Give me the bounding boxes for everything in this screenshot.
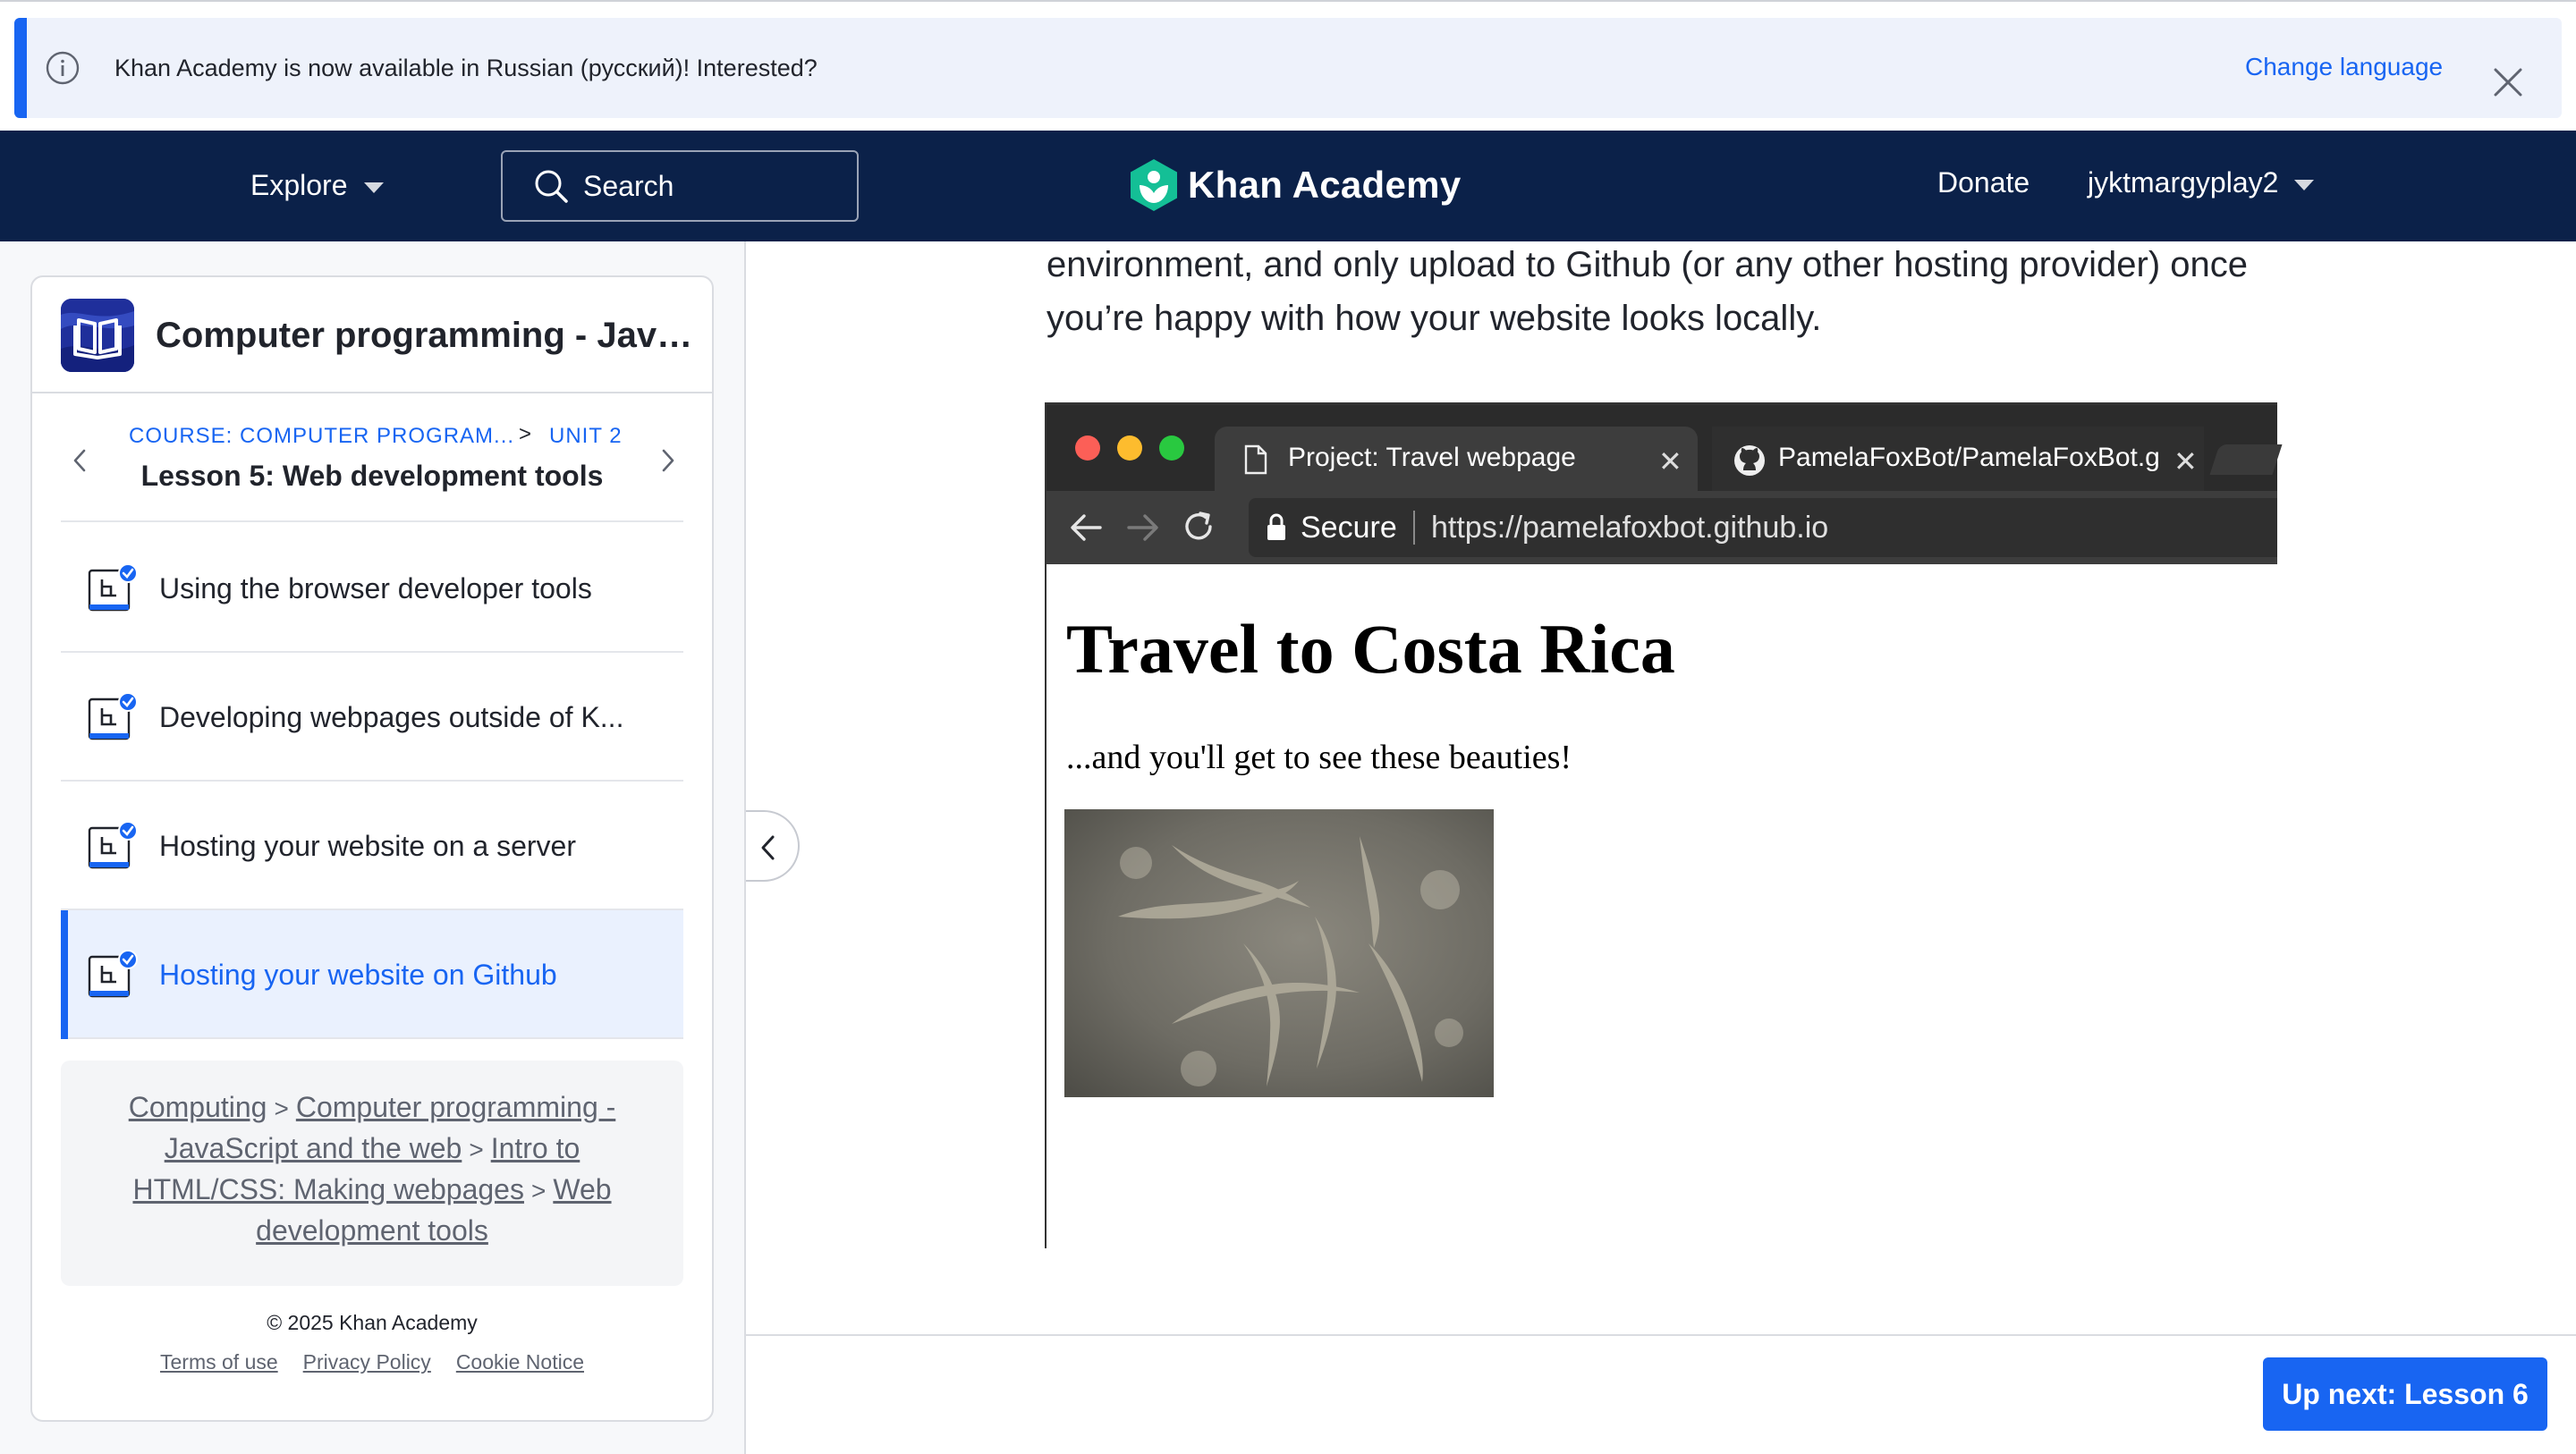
lesson-item-label: Hosting your website on a server: [159, 830, 576, 862]
new-tab-button: [2209, 444, 2283, 475]
breadcrumb-unit-link[interactable]: UNIT 2: [549, 424, 623, 449]
chevron-down-icon: [2294, 179, 2315, 190]
article-paragraph: environment, and only upload to Github (…: [1046, 245, 2249, 338]
up-next-button[interactable]: Up next: Lesson 6: [2263, 1357, 2547, 1431]
banner-body: Khan Academy is now available in Russian…: [14, 18, 2562, 118]
search-placeholder: Search: [583, 169, 674, 202]
search-icon: [535, 170, 568, 203]
breadcrumb-link-computing[interactable]: Computing: [129, 1091, 267, 1123]
browser-address-bar: Secure https://pamelafoxbot.github.io: [1046, 491, 2277, 564]
donate-link[interactable]: Donate: [1937, 166, 2029, 199]
close-icon[interactable]: [2492, 66, 2524, 98]
chevron-right-icon[interactable]: [657, 445, 680, 476]
back-arrow-icon: [1071, 514, 1102, 541]
browser-tab-active: Project: Travel webpage ✕: [1215, 427, 1698, 491]
maximize-window-dot: [1159, 435, 1184, 461]
minimize-window-dot: [1117, 435, 1142, 461]
course-sidebar: Computer programming - JavaScr... COURSE…: [30, 275, 714, 1422]
breadcrumb-separator: >: [274, 1095, 289, 1122]
lesson-item-label: Developing webpages outside of K...: [159, 701, 624, 733]
article-check-icon: [88, 821, 138, 869]
crocodile-photo: [1064, 809, 1494, 1097]
banner-accent-bar: [14, 18, 27, 118]
chevron-down-icon: [363, 182, 384, 193]
search-input[interactable]: Search: [501, 150, 859, 222]
course-title: Computer programming - JavaScr...: [156, 316, 701, 355]
breadcrumb-separator: >: [530, 1177, 547, 1205]
embedded-page-paragraph: ...and you'll get to see these beauties!: [1066, 739, 1572, 776]
reload-icon: [1185, 511, 1212, 540]
collapse-chevron-icon: [761, 835, 775, 860]
browser-tab-inactive: PamelaFoxBot/PamelaFoxBot.g ✕: [1712, 427, 2204, 491]
bottom-action-bar: Up next: Lesson 6: [746, 1334, 2576, 1454]
privacy-policy-link[interactable]: Privacy Policy: [303, 1350, 431, 1374]
secure-label: Secure: [1301, 511, 1397, 545]
document-icon: [1244, 444, 1267, 475]
breadcrumb-separator: >: [519, 422, 532, 446]
top-navigation-bar: Explore Search Khan Academy Donate jyktm…: [0, 131, 2576, 241]
breadcrumb-separator: >: [469, 1136, 484, 1163]
lesson-item-hosting-github[interactable]: Hosting your website on Github: [61, 910, 683, 1039]
book-icon: [61, 299, 134, 372]
article-check-icon: [88, 563, 138, 612]
browser-url: https://pamelafoxbot.github.io: [1431, 511, 1829, 545]
lock-icon: [1267, 513, 1285, 540]
course-header[interactable]: Computer programming - JavaScr...: [32, 277, 712, 393]
browser-tab-strip: Project: Travel webpage ✕ PamelaFoxBot/P…: [1046, 405, 2283, 491]
lesson-item-browser-dev-tools[interactable]: Using the browser developer tools: [61, 524, 683, 653]
lesson-item-label: Using the browser developer tools: [159, 572, 592, 604]
lesson-item-developing-webpages[interactable]: Developing webpages outside of K...: [61, 653, 683, 782]
browser-tab-title: PamelaFoxBot/PamelaFoxBot.g: [1778, 443, 2160, 472]
footer-links: Terms of use Privacy Policy Cookie Notice: [32, 1350, 712, 1374]
explore-menu-button[interactable]: Explore: [250, 165, 384, 206]
tab-close-icon: ✕: [2174, 445, 2198, 478]
browser-omnibox: Secure https://pamelafoxbot.github.io: [1249, 498, 2277, 557]
language-banner: Khan Academy is now available in Russian…: [0, 0, 2576, 131]
github-icon: [1734, 445, 1765, 476]
khan-academy-logo[interactable]: Khan Academy: [1129, 157, 1461, 213]
banner-message: Khan Academy is now available in Russian…: [114, 55, 818, 81]
omnibox-divider: [1413, 511, 1415, 545]
close-window-dot: [1075, 435, 1100, 461]
article-screenshot-image: Project: Travel webpage ✕ PamelaFoxBot/P…: [1045, 402, 2283, 1248]
cookie-notice-link[interactable]: Cookie Notice: [456, 1350, 584, 1374]
forward-arrow-icon: [1127, 514, 1158, 541]
breadcrumb-course-link[interactable]: COURSE: COMPUTER PROGRAM...: [129, 424, 514, 449]
logo-text: Khan Academy: [1188, 164, 1462, 206]
khan-logo-icon: [1131, 159, 1177, 211]
article-check-icon: [88, 950, 138, 998]
lesson-navigation: COURSE: COMPUTER PROGRAM... > UNIT 2 Les…: [61, 393, 683, 522]
info-icon: [46, 51, 80, 85]
embedded-page-heading: Travel to Costa Rica: [1066, 610, 1675, 688]
article-check-icon: [88, 692, 138, 740]
copyright-text: © 2025 Khan Academy: [267, 1311, 478, 1334]
explore-label: Explore: [250, 168, 348, 201]
change-language-link[interactable]: Change language: [2245, 50, 2443, 84]
username-label: jyktmargyplay2: [2088, 166, 2279, 199]
collapse-sidebar-button[interactable]: [746, 810, 800, 882]
user-menu-button[interactable]: jyktmargyplay2: [2088, 166, 2315, 199]
breadcrumb: Computing > Computer programming - JavaScr…: [61, 1061, 683, 1286]
lesson-item-label: Hosting your website on Github: [159, 959, 557, 991]
tab-close-icon: ✕: [1658, 445, 1682, 478]
lesson-item-hosting-server[interactable]: Hosting your website on a server: [61, 782, 683, 910]
terms-of-use-link[interactable]: Terms of use: [160, 1350, 278, 1374]
browser-tab-title: Project: Travel webpage: [1288, 443, 1576, 472]
lesson-title: Lesson 5: Web development tools: [140, 460, 604, 492]
